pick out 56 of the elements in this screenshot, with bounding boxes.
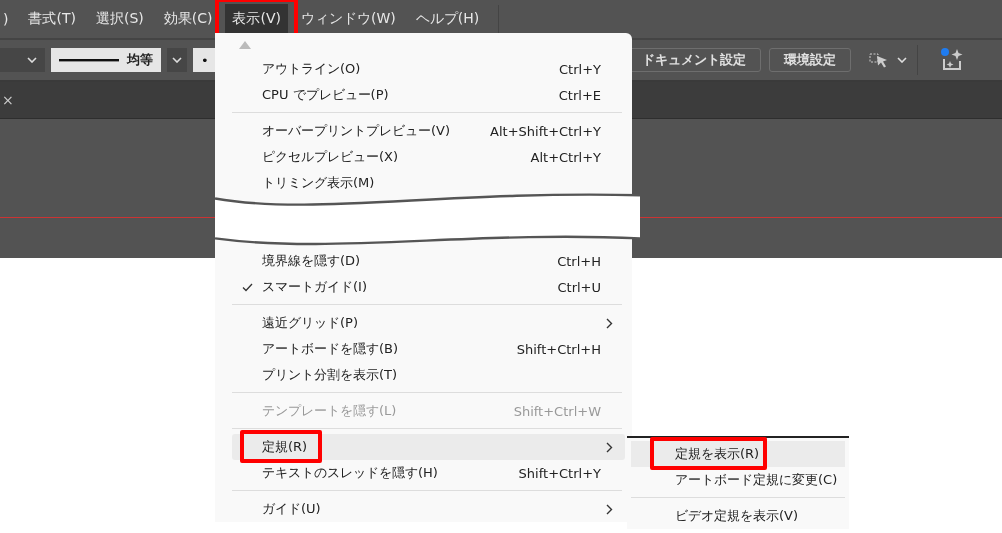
toolbar-button[interactable]: 環境設定	[769, 48, 851, 72]
menu-item[interactable]: アウトライン(O) Ctrl+Y	[232, 56, 625, 82]
stroke-line-icon	[59, 58, 119, 62]
menu-item[interactable]: アートボード定規に変更(C)	[631, 467, 845, 493]
menu-bar-item[interactable]: ウィンドウ(W)	[294, 4, 403, 34]
menu-bar-item[interactable]: 選択(S)	[88, 4, 151, 34]
menu-item-label: CPU でプレビュー(P)	[262, 86, 389, 104]
menu-item-label: ピクセルプレビュー(X)	[262, 148, 399, 166]
shortcut-label: Alt+Shift+Ctrl+Y	[490, 123, 601, 139]
menu-item-label: プリント分割を表示(T)	[262, 366, 398, 384]
menu-item[interactable]: ビデオ定規を表示(V)	[631, 503, 845, 529]
menu-item[interactable]: スマートガイド(I) Ctrl+U	[232, 274, 625, 300]
menu-item-label: 境界線を隠す(D)	[262, 252, 361, 270]
caret-icon	[172, 57, 182, 63]
menu-bar-item[interactable]: 書式(T)	[21, 4, 83, 34]
menu-item-label: スマートガイド(I)	[262, 278, 367, 296]
shortcut-label: Ctrl+E	[558, 87, 601, 103]
menu-item-label: アートボードを隠す(B)	[262, 340, 399, 358]
caret-icon	[897, 57, 907, 63]
dropdown-field[interactable]	[0, 48, 45, 72]
menu-item-label: ガイド(U)	[262, 500, 321, 518]
menu-bar-item[interactable]: 表示(V)	[225, 4, 288, 34]
shortcut-label: Shift+Ctrl+H	[516, 341, 601, 357]
menu-item[interactable]: ガイド(U)	[232, 496, 625, 522]
menu-item[interactable]: トリミング表示(M)	[232, 170, 625, 196]
menu-item-label: テキストのスレッドを隠す(H)	[262, 464, 438, 482]
shortcut-label: Ctrl+Y	[559, 61, 601, 77]
menu-item[interactable]: CPU でプレビュー(P) Ctrl+E	[232, 82, 625, 108]
menu-item[interactable]: オーバープリントプレビュー(V) Alt+Shift+Ctrl+Y	[232, 118, 625, 144]
stroke-profile-dropdown[interactable]: 均等	[51, 48, 161, 72]
menu-item[interactable]: アートボードを隠す(B) Shift+Ctrl+H	[232, 336, 625, 362]
stroke-profile-label: 均等	[127, 51, 153, 69]
menu-item[interactable]: 定規(R)	[232, 434, 625, 460]
menu-bar-item[interactable]: )	[0, 4, 16, 34]
menu-item-label: 定規(R)	[262, 438, 308, 456]
shortcut-label: Alt+Ctrl+Y	[530, 149, 601, 165]
dropdown-button[interactable]	[167, 48, 187, 72]
menu-bar-item[interactable]: ヘルプ(H)	[408, 4, 487, 34]
menu-item-label: アウトライン(O)	[262, 60, 361, 78]
menu-item-label: トリミング表示(M)	[262, 174, 375, 192]
menu-bar-item[interactable]: 効果(C)	[156, 4, 220, 34]
menu-item[interactable]: 遠近グリッド(P)	[232, 310, 625, 336]
shortcut-label: Ctrl+H	[557, 253, 601, 269]
caret-icon	[27, 57, 37, 63]
menu-item-label: 遠近グリッド(P)	[262, 314, 358, 332]
menu-item-label: オーバープリントプレビュー(V)	[262, 122, 451, 140]
menu-item[interactable]: ピクセルプレビュー(X) Alt+Ctrl+Y	[232, 144, 625, 170]
shortcut-label: Shift+Ctrl+W	[513, 403, 601, 419]
menu-item-label: テンプレートを隠す(L)	[262, 402, 397, 420]
menu-item[interactable]: プリント分割を表示(T)	[232, 362, 625, 388]
shortcut-label: Ctrl+U	[557, 279, 601, 295]
menu-item[interactable]: テキストのスレッドを隠す(H) Shift+Ctrl+Y	[232, 460, 625, 486]
shortcut-label: Shift+Ctrl+Y	[518, 465, 601, 481]
close-icon[interactable]: ×	[2, 92, 14, 108]
menu-item[interactable]: 境界線を隠す(D) Ctrl+H	[232, 248, 625, 274]
menu-item[interactable]: 定規を表示(R)	[631, 441, 845, 467]
